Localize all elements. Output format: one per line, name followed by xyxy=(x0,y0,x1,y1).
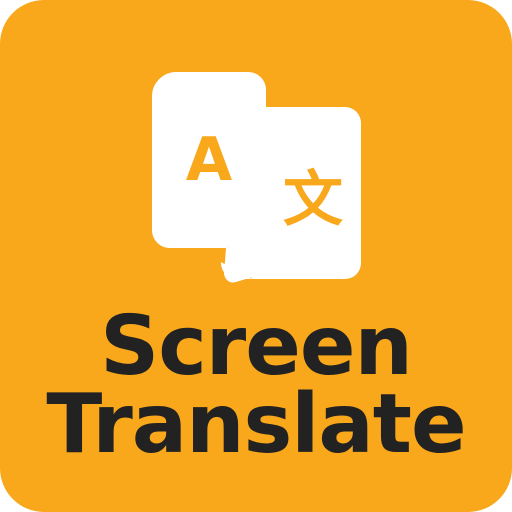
app-title-line-1: Screen xyxy=(100,299,413,394)
app-title-line-2: Translate xyxy=(46,377,466,472)
letter-cjk-glyph: 文 xyxy=(283,165,343,235)
app-icon[interactable]: A 文 Screen Translate xyxy=(0,0,512,512)
letter-a-glyph: A xyxy=(186,125,233,195)
